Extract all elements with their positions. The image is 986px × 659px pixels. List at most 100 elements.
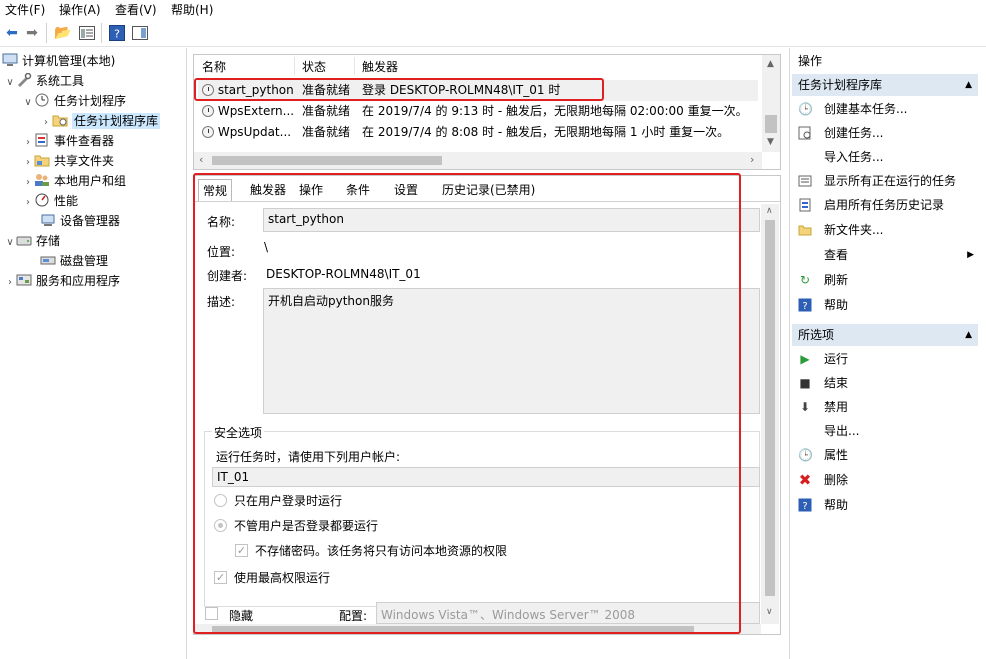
radio-run-whether-logged-on[interactable] [214, 519, 227, 532]
actions-group-selected-item[interactable]: 所选项 ▲ [792, 324, 978, 346]
chevron-right-icon[interactable]: › [40, 113, 52, 133]
action-create-basic-task[interactable]: 🕒 创建基本任务... [792, 98, 978, 120]
up-folder-icon[interactable]: 📂 [53, 23, 73, 43]
chevron-down-icon[interactable]: ∨ [4, 233, 16, 253]
tab-history[interactable]: 历史记录(已禁用) [438, 179, 539, 201]
task-properties-panel: 常规 触发器 操作 条件 设置 历史记录(已禁用) 名称: start_pyth… [193, 175, 781, 635]
tree-item-event-viewer[interactable]: › 事件查看器 [22, 131, 114, 151]
scroll-down-icon[interactable]: ∨ [766, 607, 773, 617]
collapse-arrow-icon[interactable]: ▲ [965, 324, 972, 346]
column-header-name[interactable]: 名称 [202, 58, 226, 75]
scroll-thumb[interactable] [212, 626, 694, 632]
tab-conditions[interactable]: 条件 [342, 179, 374, 201]
shared-folder-icon [34, 153, 50, 167]
disk-icon [40, 253, 56, 267]
tree-item-computer-management[interactable]: 计算机管理(本地) [2, 51, 115, 71]
help-icon: ? [798, 298, 812, 312]
action-view[interactable]: 查看 ▶ [792, 244, 978, 266]
action-show-running-tasks[interactable]: 显示所有正在运行的任务 [792, 170, 978, 192]
horizontal-scrollbar[interactable]: ‹ › [194, 152, 762, 169]
action-help[interactable]: ? 帮助 [792, 294, 978, 316]
tab-strip-border [194, 201, 780, 202]
radio-run-when-logged-on[interactable] [214, 494, 227, 507]
storage-icon [16, 233, 32, 247]
tree-item-system-tools[interactable]: ∨ 系统工具 [4, 71, 84, 91]
action-import-task[interactable]: 导入任务... [792, 146, 978, 168]
action-end[interactable]: ■ 结束 [792, 372, 978, 394]
description-field[interactable]: 开机自启动python服务 [263, 288, 760, 414]
tab-settings[interactable]: 设置 [390, 179, 422, 201]
vertical-scrollbar[interactable]: ▲ ▼ [762, 55, 780, 152]
checkbox-hidden[interactable] [205, 607, 218, 620]
chevron-down-icon[interactable]: ∨ [22, 93, 34, 113]
run-whether-logged-on-label: 不管用户是否登录都要运行 [234, 519, 379, 533]
collapse-arrow-icon[interactable]: ▲ [965, 74, 972, 96]
chevron-right-icon[interactable]: › [22, 133, 34, 153]
tree-item-task-scheduler[interactable]: ∨ 任务计划程序 [22, 91, 126, 111]
chevron-right-icon[interactable]: › [22, 173, 34, 193]
tree-item-performance[interactable]: › 性能 [22, 191, 78, 211]
help-icon[interactable]: ? [107, 23, 127, 43]
vertical-scrollbar[interactable]: ∧ ∨ [761, 204, 779, 624]
tree-item-services-apps[interactable]: › 服务和应用程序 [4, 271, 120, 291]
action-export[interactable]: 导出... [792, 420, 978, 442]
actions-title: 操作 [798, 54, 823, 68]
tree-item-storage[interactable]: ∨ 存储 [4, 231, 60, 251]
tab-actions[interactable]: 操作 [295, 179, 327, 201]
menu-help[interactable]: 帮助(H) [171, 1, 213, 18]
table-row[interactable]: WpsExtern... 准备就绪 在 2019/7/4 的 9:13 时 - … [198, 101, 758, 122]
tree-item-shared-folders[interactable]: › 共享文件夹 [22, 151, 114, 171]
scroll-thumb[interactable] [765, 220, 775, 596]
tab-triggers[interactable]: 触发器 [246, 179, 290, 201]
scroll-thumb[interactable] [765, 115, 777, 133]
show-action-pane-icon[interactable] [130, 23, 150, 43]
chevron-right-icon[interactable]: › [4, 273, 16, 293]
action-create-task[interactable]: 创建任务... [792, 122, 978, 144]
chevron-right-icon[interactable]: › [22, 153, 34, 173]
action-delete[interactable]: ✖ 删除 [792, 469, 978, 491]
action-new-folder[interactable]: 新文件夹... [792, 219, 978, 241]
back-arrow-icon[interactable]: ⬅ [2, 23, 22, 43]
checkbox-do-not-store-password[interactable]: ✓ [235, 544, 248, 557]
name-field[interactable]: start_python [263, 208, 760, 232]
column-header-status[interactable]: 状态 [302, 58, 326, 75]
configure-for-select[interactable]: Windows Vista™、Windows Server™ 2008 [376, 602, 760, 624]
history-icon [798, 198, 812, 212]
action-help-selected[interactable]: ? 帮助 [792, 494, 978, 516]
scroll-up-icon[interactable]: ∧ [766, 206, 773, 216]
menu-action[interactable]: 操作(A) [59, 1, 101, 18]
scroll-right-icon[interactable]: › [750, 153, 754, 166]
tree-item-task-library[interactable]: › 任务计划程序库 [40, 111, 161, 133]
menu-view[interactable]: 查看(V) [115, 1, 157, 18]
horizontal-scrollbar[interactable] [194, 624, 761, 634]
column-separator[interactable] [294, 57, 295, 75]
table-row[interactable]: WpsUpdat... 准备就绪 在 2019/7/4 的 8:08 时 - 触… [198, 122, 758, 143]
toolbar-separator [101, 23, 102, 43]
chevron-right-icon[interactable]: › [22, 193, 34, 213]
menu-file[interactable]: 文件(F) [5, 1, 45, 18]
do-not-store-password-label: 不存储密码。该任务将只有访问本地资源的权限 [255, 544, 508, 558]
tab-general[interactable]: 常规 [198, 179, 233, 201]
tree-item-local-users[interactable]: › 本地用户和组 [22, 171, 126, 191]
scroll-down-icon[interactable]: ▼ [767, 137, 774, 147]
chevron-down-icon[interactable]: ∨ [4, 73, 16, 93]
action-disable[interactable]: ⬇ 禁用 [792, 396, 978, 418]
forward-arrow-icon[interactable]: ➡ [22, 23, 42, 43]
table-row[interactable]: start_python 准备就绪 登录 DESKTOP-ROLMN48\IT_… [198, 80, 758, 101]
action-refresh[interactable]: ↻ 刷新 [792, 269, 978, 291]
scroll-thumb[interactable] [212, 156, 442, 165]
tree-item-disk-management[interactable]: 磁盘管理 [40, 251, 108, 271]
toolbar-separator [46, 23, 47, 43]
actions-group-task-library[interactable]: 任务计划程序库 ▲ [792, 74, 978, 96]
scroll-up-icon[interactable]: ▲ [767, 59, 774, 69]
checkbox-highest-privileges[interactable]: ✓ [214, 571, 227, 584]
show-hide-tree-icon[interactable] [77, 23, 97, 43]
action-enable-history[interactable]: 启用所有任务历史记录 [792, 194, 978, 216]
run-as-text: 运行任务时，请使用下列用户帐户: [216, 450, 401, 464]
tree-item-device-manager[interactable]: 设备管理器 [40, 211, 120, 231]
action-properties[interactable]: 🕒 属性 [792, 444, 978, 466]
action-run[interactable]: ▶ 运行 [792, 348, 978, 370]
scroll-left-icon[interactable]: ‹ [199, 153, 203, 166]
column-separator[interactable] [354, 57, 355, 75]
column-header-trigger[interactable]: 触发器 [362, 58, 398, 75]
